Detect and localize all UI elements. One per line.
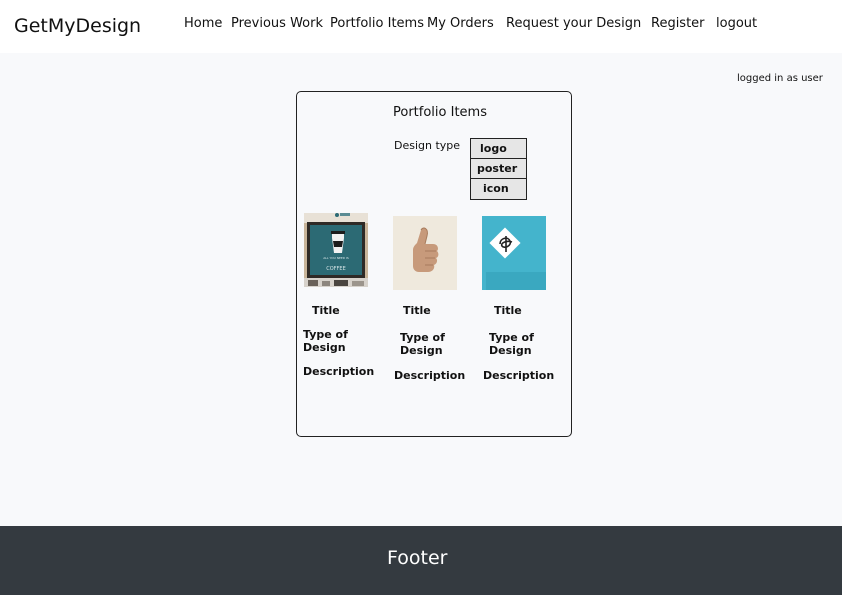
nav-link-portfolio-items[interactable]: Portfolio Items — [330, 16, 424, 31]
nav-link-my-orders[interactable]: My Orders — [427, 16, 494, 31]
navbar: GetMyDesign Home Previous Work Portfolio… — [0, 0, 842, 53]
portfolio-card: Portfolio Items Design type logo poster … — [296, 91, 572, 437]
item-2-title: Title — [403, 304, 431, 317]
footer-text: Footer — [387, 547, 448, 569]
item-1-type: Type of Design — [303, 328, 348, 354]
item-3-title: Title — [494, 304, 522, 317]
item-3-type: Type of Design — [489, 331, 534, 357]
portfolio-title: Portfolio Items — [393, 105, 487, 120]
item-1-title: Title — [312, 304, 340, 317]
nav-link-logout[interactable]: logout — [716, 16, 757, 31]
item-3-description: Description — [483, 369, 555, 382]
calligraphy-logo-image[interactable] — [482, 216, 546, 290]
footer: Footer — [0, 526, 842, 595]
design-type-list[interactable]: logo poster icon — [470, 138, 527, 200]
item-2-type: Type of Design — [400, 331, 445, 357]
design-type-option-icon[interactable]: icon — [471, 179, 526, 199]
login-status: logged in as user — [737, 73, 823, 84]
nav-link-request-design[interactable]: Request your Design — [506, 16, 641, 31]
brand-logo[interactable]: GetMyDesign — [14, 15, 141, 37]
thumbs-up-image[interactable] — [393, 216, 457, 290]
design-type-option-poster[interactable]: poster — [471, 159, 526, 179]
item-1-description: Description — [303, 365, 375, 378]
coffee-poster-text-top: ALL YOU NEED IS — [323, 256, 349, 260]
nav-link-previous-work[interactable]: Previous Work — [231, 16, 323, 31]
coffee-poster-text-main: COFFEE — [326, 266, 346, 272]
design-type-option-logo[interactable]: logo — [471, 139, 526, 159]
design-type-label: Design type — [394, 139, 461, 152]
coffee-poster-image[interactable]: ALL YOU NEED IS COFFEE — [304, 213, 368, 287]
nav-link-register[interactable]: Register — [651, 16, 705, 31]
item-2-description: Description — [394, 369, 466, 382]
nav-link-home[interactable]: Home — [184, 16, 222, 31]
